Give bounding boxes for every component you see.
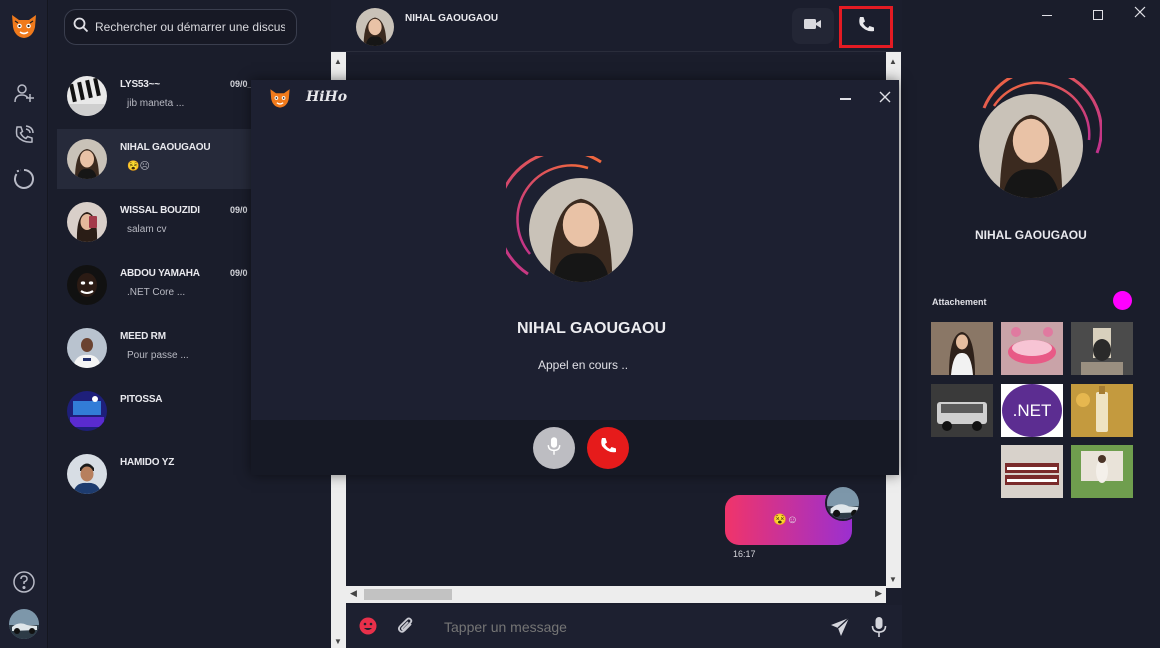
- scrollbar-thumb[interactable]: [364, 589, 452, 600]
- close-window-button[interactable]: [1126, 5, 1154, 23]
- app-logo-icon: [267, 86, 293, 115]
- contact-name: HAMIDO YZ: [120, 457, 175, 468]
- hangup-icon: [598, 436, 618, 461]
- message-text: 😵☺: [773, 514, 798, 526]
- call-status: Appel en cours ..: [538, 358, 629, 372]
- video-icon: [804, 17, 822, 36]
- contact-name: MEED RM: [120, 331, 166, 342]
- close-icon: [879, 90, 891, 108]
- message-date: 09/0: [230, 205, 248, 215]
- attachment-thumbnail[interactable]: [1001, 445, 1063, 498]
- attachment-icon[interactable]: [396, 616, 416, 641]
- voice-call-button[interactable]: [839, 6, 893, 48]
- search-icon: [73, 17, 89, 38]
- maximize-icon: [1093, 10, 1103, 20]
- app-brand-name: HiHo: [306, 89, 348, 105]
- message-date: 09/0: [230, 268, 248, 278]
- call-minimize-button[interactable]: [836, 90, 854, 108]
- search-box[interactable]: [64, 9, 297, 45]
- close-icon: [1134, 5, 1146, 23]
- minimize-window-button[interactable]: [1033, 6, 1061, 24]
- call-contact-name: NIHAL GAOUGAOU: [517, 320, 667, 337]
- search-input[interactable]: [95, 20, 285, 34]
- minimize-icon: [1042, 14, 1052, 16]
- profile-name: NIHAL GAOUGAOU: [975, 228, 1087, 242]
- message-input[interactable]: [444, 616, 784, 638]
- attachments-heading: Attachement: [932, 297, 987, 307]
- avatar: [67, 202, 107, 242]
- contact-name: NIHAL GAOUGAOU: [120, 142, 211, 153]
- contact-info-panel: NIHAL GAOUGAOU Attachement .NET: [902, 0, 1160, 648]
- hangup-button[interactable]: [587, 427, 629, 469]
- attachment-thumbnail[interactable]: [1071, 445, 1133, 498]
- message-preview: .NET Core ...: [127, 287, 186, 298]
- contact-name: ABDOU YAMAHA: [120, 268, 200, 279]
- contact-avatar[interactable]: [356, 8, 394, 46]
- status-circle-icon[interactable]: [8, 163, 40, 195]
- message-preview: salam cv: [127, 224, 167, 235]
- add-contact-icon[interactable]: [8, 77, 40, 109]
- avatar: [67, 139, 107, 179]
- attachment-thumbnail[interactable]: [1071, 322, 1133, 375]
- contact-name: WISSAL BOUZIDI: [120, 205, 200, 216]
- attachment-thumbnail[interactable]: [1071, 384, 1133, 437]
- message-composer: [346, 605, 902, 648]
- send-icon[interactable]: [829, 616, 851, 643]
- avatar: [67, 265, 107, 305]
- contact-name: PITOSSA: [120, 394, 163, 405]
- my-avatar[interactable]: [9, 609, 39, 639]
- status-dot: [1113, 291, 1132, 310]
- avatar: [67, 76, 107, 116]
- message-preview: Pour passe ...: [127, 350, 189, 361]
- avatar: [67, 454, 107, 494]
- message-time: 16:17: [733, 549, 756, 559]
- call-history-icon[interactable]: [8, 119, 40, 151]
- left-rail: [0, 0, 48, 648]
- attachment-thumbnail[interactable]: [931, 384, 993, 437]
- mute-button[interactable]: [533, 427, 575, 469]
- attachment-thumbnail[interactable]: [931, 322, 993, 375]
- contact-name: LYS53~~: [120, 79, 160, 90]
- maximize-window-button[interactable]: [1084, 6, 1112, 24]
- video-call-button[interactable]: [792, 8, 834, 44]
- call-close-button[interactable]: [876, 90, 894, 108]
- horizontal-scrollbar[interactable]: ◀ ▶: [346, 586, 886, 603]
- minimize-icon: [839, 98, 851, 100]
- message-preview: jib maneta ...: [127, 98, 185, 109]
- mic-icon: [547, 436, 561, 461]
- attachment-net-label: .NET: [1012, 400, 1052, 420]
- phone-icon: [856, 15, 876, 40]
- call-window: HiHo NIHAL GAOUGAOU Appel en cours ..: [251, 80, 899, 475]
- help-icon[interactable]: [8, 566, 40, 598]
- contact-name: NIHAL GAOUGAOU: [405, 13, 499, 24]
- mic-icon[interactable]: [871, 616, 887, 643]
- avatar: [67, 391, 107, 431]
- avatar: [67, 328, 107, 368]
- profile-avatar[interactable]: [979, 94, 1083, 198]
- call-contact-avatar: [529, 178, 633, 282]
- app-logo-icon: [8, 10, 40, 42]
- emoji-icon[interactable]: [359, 617, 377, 640]
- sender-avatar: [825, 485, 861, 521]
- chat-header: NIHAL GAOUGAOU: [331, 0, 902, 52]
- attachment-thumbnail[interactable]: [1001, 322, 1063, 375]
- message-preview: 😵☹: [127, 161, 150, 172]
- call-controls: [251, 420, 899, 475]
- attachment-thumbnail[interactable]: .NET: [1001, 384, 1063, 437]
